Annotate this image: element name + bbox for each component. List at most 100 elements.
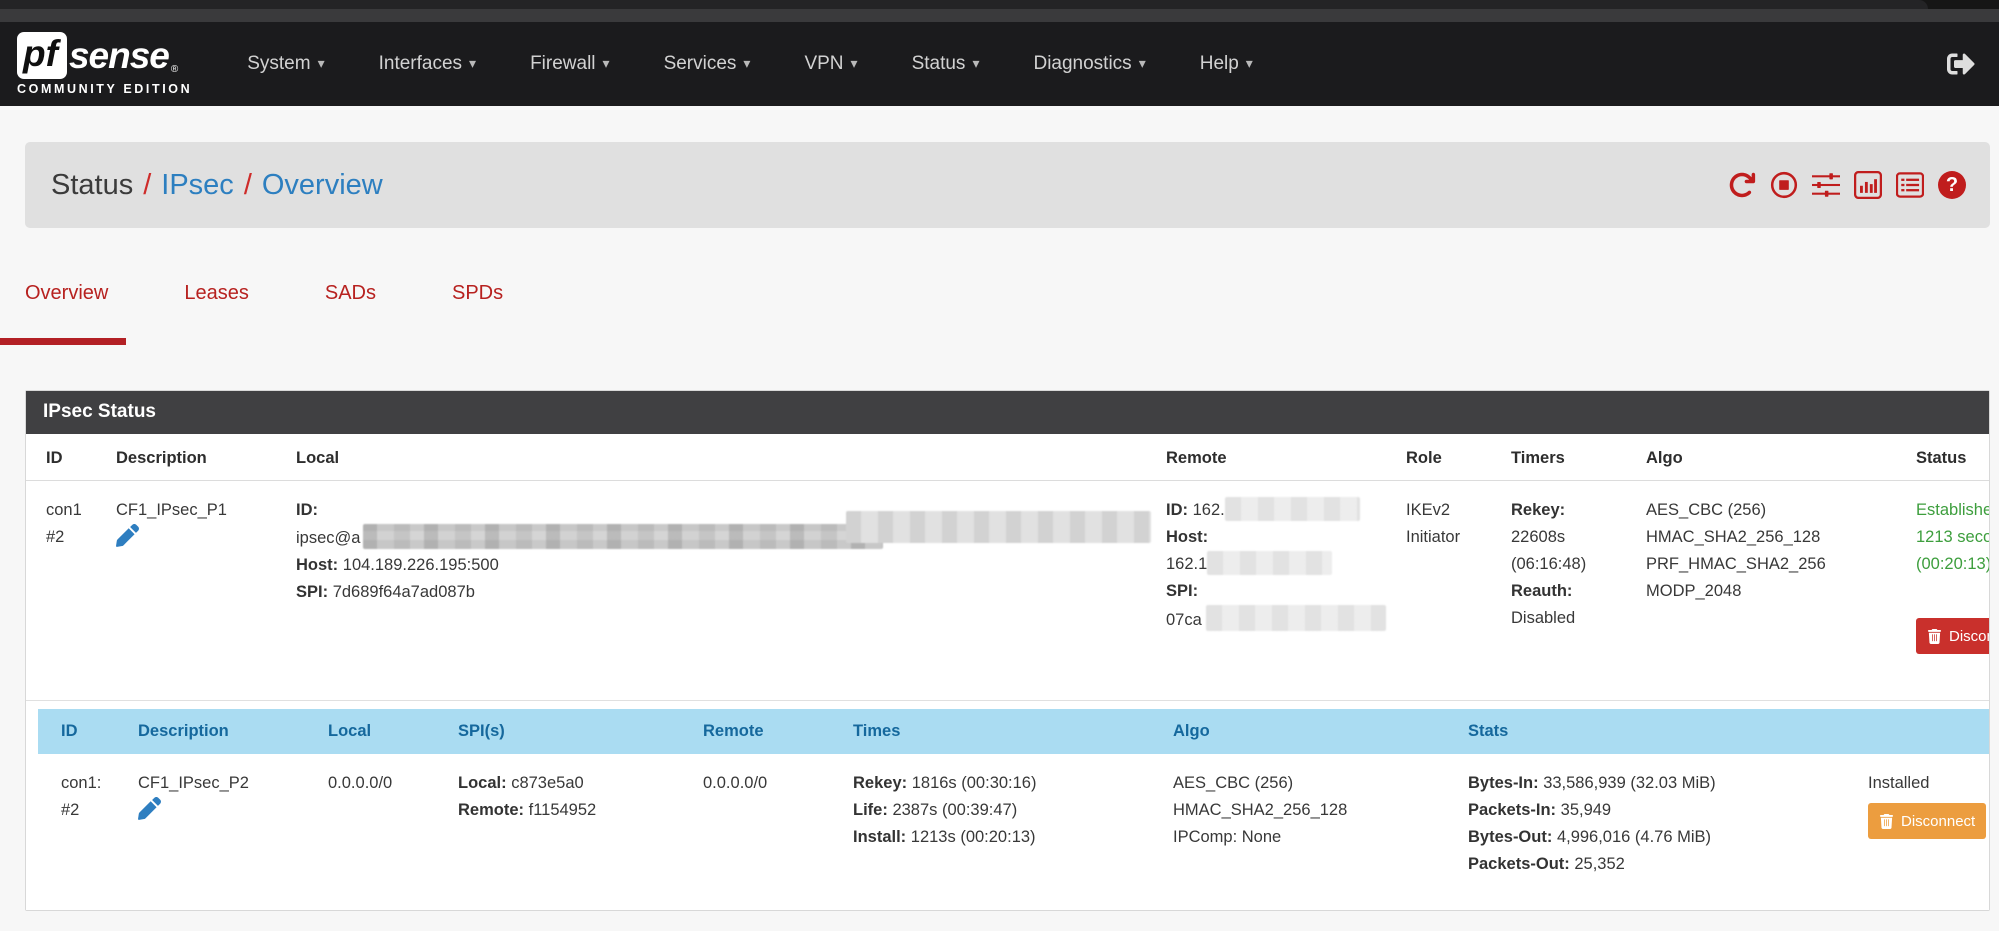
redacted-text	[1225, 497, 1360, 521]
chevron-down-icon	[318, 55, 325, 72]
col-id: ID	[26, 434, 106, 481]
nav-item-system[interactable]: System	[220, 43, 351, 85]
breadcrumb-separator: /	[143, 169, 151, 201]
chevron-down-icon	[851, 55, 858, 72]
tab-bar: Overview Leases SADs SPDs	[25, 274, 1999, 360]
nav-menu: System Interfaces Firewall Services VPN …	[220, 43, 1280, 85]
cell-algo: AES_CBC (256) HMAC_SHA2_256_128 IPComp: …	[1163, 754, 1458, 898]
breadcrumb: Status / IPsec / Overview	[25, 142, 1990, 228]
logo-pf: pf	[17, 32, 67, 79]
edit-icon[interactable]	[116, 533, 139, 551]
window-top-edge	[0, 0, 1999, 9]
cell-remote: ID: 162. Host: 162.1 SPI: 07ca	[1156, 481, 1396, 701]
table-row: con1 #2 CF1_IPsec_P1 ID: ipsec@a Host: 1…	[26, 481, 1989, 701]
logo-registered-mark: ®	[171, 64, 178, 75]
col-remote: Remote	[1156, 434, 1396, 481]
logo-sense: sense	[69, 35, 169, 77]
child-sa-table: ID Description Local SPI(s) Remote Times…	[38, 709, 1989, 898]
col-timers: Timers	[1501, 434, 1636, 481]
cell-local: ID: ipsec@a Host: 104.189.226.195:500 SP…	[286, 481, 1156, 701]
col-local: Local	[318, 709, 448, 754]
nav-item-firewall[interactable]: Firewall	[503, 43, 636, 85]
redacted-text	[1206, 605, 1386, 631]
trash-icon	[1879, 814, 1894, 829]
status-text: (00:20:13)	[1916, 551, 1989, 578]
disconnect-button[interactable]: Disconnect	[1868, 803, 1986, 839]
redacted-text	[846, 511, 1151, 543]
cell-spis: Local: c873e5a0 Remote: f1154952	[448, 754, 693, 898]
cell-stats: Bytes-In: 33,586,939 (32.03 MiB) Packets…	[1458, 754, 1858, 898]
col-algo: Algo	[1163, 709, 1458, 754]
redacted-text	[363, 524, 883, 549]
nav-item-interfaces[interactable]: Interfaces	[352, 43, 503, 85]
table-header-row: ID Description Local Remote Role Timers …	[26, 434, 1989, 481]
cell-id: con1 #2	[26, 481, 106, 701]
col-status: Status	[1906, 434, 1989, 481]
pfsense-logo[interactable]: pf sense ® COMMUNITY EDITION	[17, 32, 192, 96]
ipsec-status-panel: IPsec Status ID Description Local Remote…	[25, 390, 1990, 911]
cell-remote: 0.0.0.0/0	[693, 754, 843, 898]
nav-item-vpn[interactable]: VPN	[777, 43, 884, 85]
col-stats: Stats	[1458, 709, 1858, 754]
breadcrumb-link-overview[interactable]: Overview	[262, 169, 383, 201]
nav-item-diagnostics[interactable]: Diagnostics	[1006, 43, 1172, 85]
child-header-row: ID Description Local SPI(s) Remote Times…	[38, 709, 1989, 754]
tab-leases[interactable]: Leases	[184, 274, 249, 360]
tab-spds[interactable]: SPDs	[452, 274, 503, 360]
cell-timers: Rekey: 22608s (06:16:48) Reauth: Disable…	[1501, 481, 1636, 701]
tab-sads[interactable]: SADs	[325, 274, 376, 360]
cell-description: CF1_IPsec_P1	[106, 481, 286, 701]
cell-times: Rekey: 1816s (00:30:16) Life: 2387s (00:…	[843, 754, 1163, 898]
col-algo: Algo	[1636, 434, 1906, 481]
redacted-text	[1207, 551, 1332, 575]
cell-description: CF1_IPsec_P2	[128, 754, 318, 898]
chevron-down-icon	[1139, 55, 1146, 72]
edit-icon[interactable]	[138, 806, 161, 824]
cell-algo: AES_CBC (256) HMAC_SHA2_256_128 PRF_HMAC…	[1636, 481, 1906, 701]
chevron-down-icon	[469, 55, 476, 72]
col-remote: Remote	[693, 709, 843, 754]
nav-item-help[interactable]: Help	[1173, 43, 1280, 85]
chevron-down-icon	[603, 55, 610, 72]
status-text: Installed	[1868, 770, 1989, 797]
breadcrumb-link-ipsec[interactable]: IPsec	[161, 169, 234, 201]
nav-item-status[interactable]: Status	[885, 43, 1007, 85]
breadcrumb-separator: /	[244, 169, 252, 201]
panel-title: IPsec Status	[26, 391, 1989, 434]
stop-circle-icon[interactable]	[1770, 171, 1798, 199]
status-text: Established	[1916, 497, 1989, 524]
chevron-down-icon	[1246, 55, 1253, 72]
logo-subtitle: COMMUNITY EDITION	[17, 82, 192, 96]
col-status-blank	[1858, 709, 1989, 754]
table-row: con1: #2 CF1_IPsec_P2 0.0.0.0/0 Local: c…	[38, 754, 1989, 898]
cell-status: Established 1213 seconds (00:20:13) Disc…	[1906, 481, 1989, 701]
col-spis: SPI(s)	[448, 709, 693, 754]
col-description: Description	[106, 434, 286, 481]
col-times: Times	[843, 709, 1163, 754]
window-title-strip	[0, 9, 1999, 22]
list-view-icon[interactable]	[1896, 171, 1924, 199]
col-local: Local	[286, 434, 1156, 481]
disconnect-button[interactable]: Disconnect	[1916, 618, 1989, 654]
nav-item-services[interactable]: Services	[637, 43, 778, 85]
cell-status: Installed Disconnect	[1858, 754, 1989, 898]
help-icon[interactable]	[1938, 171, 1966, 199]
col-role: Role	[1396, 434, 1501, 481]
trash-icon	[1927, 629, 1942, 644]
bar-chart-icon[interactable]	[1854, 171, 1882, 199]
cell-id: con1: #2	[38, 754, 128, 898]
status-text: 1213 seconds	[1916, 524, 1989, 551]
chevron-down-icon	[743, 55, 750, 72]
chevron-down-icon	[972, 55, 979, 72]
cell-local: 0.0.0.0/0	[318, 754, 448, 898]
navbar: pf sense ® COMMUNITY EDITION System Inte…	[0, 22, 1999, 106]
sliders-icon[interactable]	[1812, 171, 1840, 199]
refresh-icon[interactable]	[1728, 171, 1756, 199]
ike-sa-table: ID Description Local Remote Role Timers …	[26, 434, 1989, 701]
sign-out-icon[interactable]	[1947, 50, 1975, 78]
cell-role: IKEv2 Initiator	[1396, 481, 1501, 701]
breadcrumb-section: Status	[51, 169, 133, 201]
tab-overview[interactable]: Overview	[25, 274, 108, 360]
col-id: ID	[38, 709, 128, 754]
col-description: Description	[128, 709, 318, 754]
